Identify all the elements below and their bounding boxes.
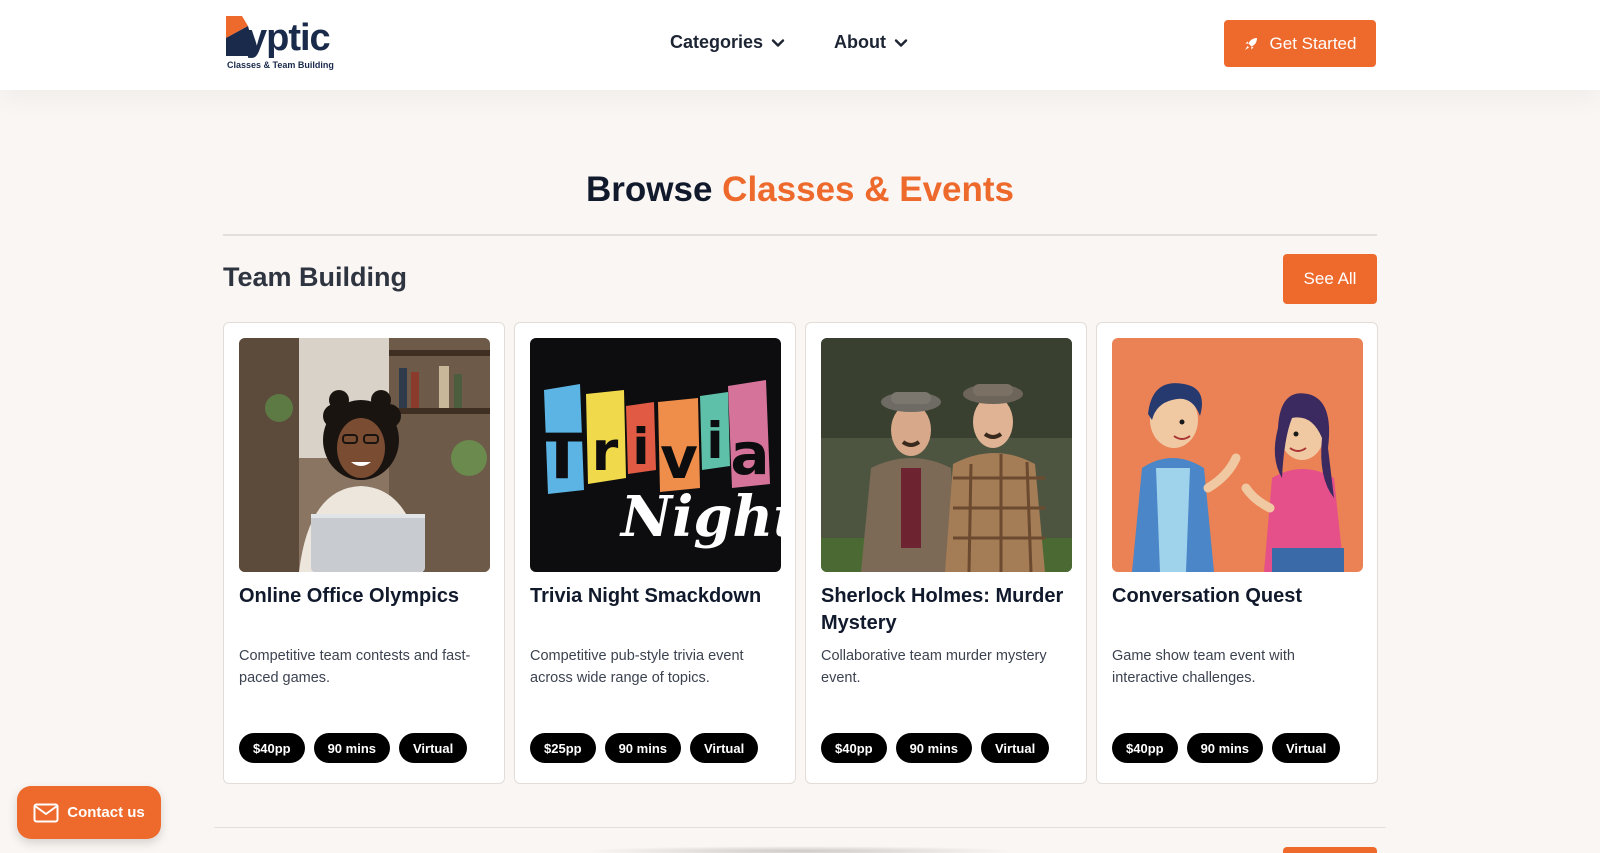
price-tag: $25pp xyxy=(530,733,596,763)
contact-us-label: Contact us xyxy=(67,804,145,821)
svg-text:r: r xyxy=(592,420,619,483)
card-description: Competitive team contests and fast-paced… xyxy=(239,648,471,686)
price-tag: $40pp xyxy=(1112,733,1178,763)
card-image-trivia-night: T r i v i a Night xyxy=(530,338,781,572)
duration-tag: 90 mins xyxy=(895,733,972,763)
svg-text:i: i xyxy=(706,412,723,470)
chevron-down-icon xyxy=(771,38,785,47)
nav-about-label: About xyxy=(834,32,886,52)
nav-about[interactable]: About xyxy=(834,32,908,53)
section-divider xyxy=(223,234,1377,236)
chevron-down-icon xyxy=(894,38,908,47)
duration-tag: 90 mins xyxy=(604,733,681,763)
see-all-button[interactable]: See All xyxy=(1283,254,1377,304)
card-title: Sherlock Holmes: Murder Mystery xyxy=(821,585,1064,634)
duration-tag: 90 mins xyxy=(313,733,390,763)
format-tag: Virtual xyxy=(981,733,1050,763)
format-tag: Virtual xyxy=(690,733,759,763)
card-description: Game show team event with interactive ch… xyxy=(1112,648,1295,686)
logo-tagline: Classes & Team Building xyxy=(227,60,334,70)
scroll-shadow xyxy=(580,846,1020,853)
card-image-office-olympics-art xyxy=(239,338,490,572)
section-title-main: Browse xyxy=(586,170,713,209)
logo-wordmark: yptic xyxy=(246,17,331,59)
card-tags: $25pp 90 mins Virtual xyxy=(530,733,759,763)
card-title: Trivia Night Smackdown xyxy=(530,585,762,607)
card-tags: $40pp 90 mins Virtual xyxy=(821,733,1050,763)
format-tag: Virtual xyxy=(399,733,468,763)
event-card[interactable]: Conversation Quest Game show team event … xyxy=(1096,322,1378,784)
card-image-trivia-night-art: T r i v i a Night xyxy=(530,338,781,572)
event-card[interactable]: Online Office Olympics Competitive team … xyxy=(223,322,505,784)
card-image-sherlock-holmes xyxy=(821,338,1072,572)
category-title: Team Building xyxy=(223,262,408,292)
rocket-icon xyxy=(1244,37,1257,50)
card-image-conversation-quest-art xyxy=(1112,338,1363,572)
get-started-label: Get Started xyxy=(1269,33,1357,53)
duration-tag: 90 mins xyxy=(1186,733,1263,763)
get-started-button[interactable]: Get Started xyxy=(1224,20,1376,67)
section-title: Browse Classes & Events xyxy=(0,170,1600,210)
section-title-accent: Classes & Events xyxy=(722,170,1014,209)
price-tag: $40pp xyxy=(821,733,887,763)
format-tag: Virtual xyxy=(1272,733,1341,763)
card-title: Conversation Quest xyxy=(1112,585,1303,607)
event-card[interactable]: T r i v i a Night Trivia Night Smackdown… xyxy=(514,322,796,784)
nav-categories-label: Categories xyxy=(670,32,764,52)
section-divider-bottom xyxy=(214,827,1386,828)
card-tags: $40pp 90 mins Virtual xyxy=(1112,733,1341,763)
site-header: yptic Classes & Team Building Categories… xyxy=(0,0,1600,90)
svg-text:a: a xyxy=(730,420,769,488)
contact-us-button[interactable]: Contact us xyxy=(17,786,161,839)
price-tag: $40pp xyxy=(239,733,305,763)
event-card[interactable]: Sherlock Holmes: Murder Mystery Collabor… xyxy=(805,322,1087,784)
logo[interactable]: yptic Classes & Team Building xyxy=(226,14,340,74)
card-description: Collaborative team murder mystery event. xyxy=(821,648,1047,686)
nav-categories[interactable]: Categories xyxy=(670,32,785,53)
next-see-all-button[interactable] xyxy=(1283,847,1377,853)
svg-text:i: i xyxy=(632,418,649,476)
card-tags: $40pp 90 mins Virtual xyxy=(239,733,468,763)
svg-text:T: T xyxy=(541,420,583,493)
card-title: Online Office Olympics xyxy=(239,585,460,607)
svg-text:Night: Night xyxy=(619,484,781,550)
card-image-conversation-quest xyxy=(1112,338,1363,572)
card-image-sherlock-holmes-art xyxy=(821,338,1072,572)
mail-icon xyxy=(33,803,59,822)
card-image-office-olympics xyxy=(239,338,490,572)
card-description: Competitive pub-style trivia event acros… xyxy=(530,648,744,686)
svg-text:v: v xyxy=(660,424,698,492)
